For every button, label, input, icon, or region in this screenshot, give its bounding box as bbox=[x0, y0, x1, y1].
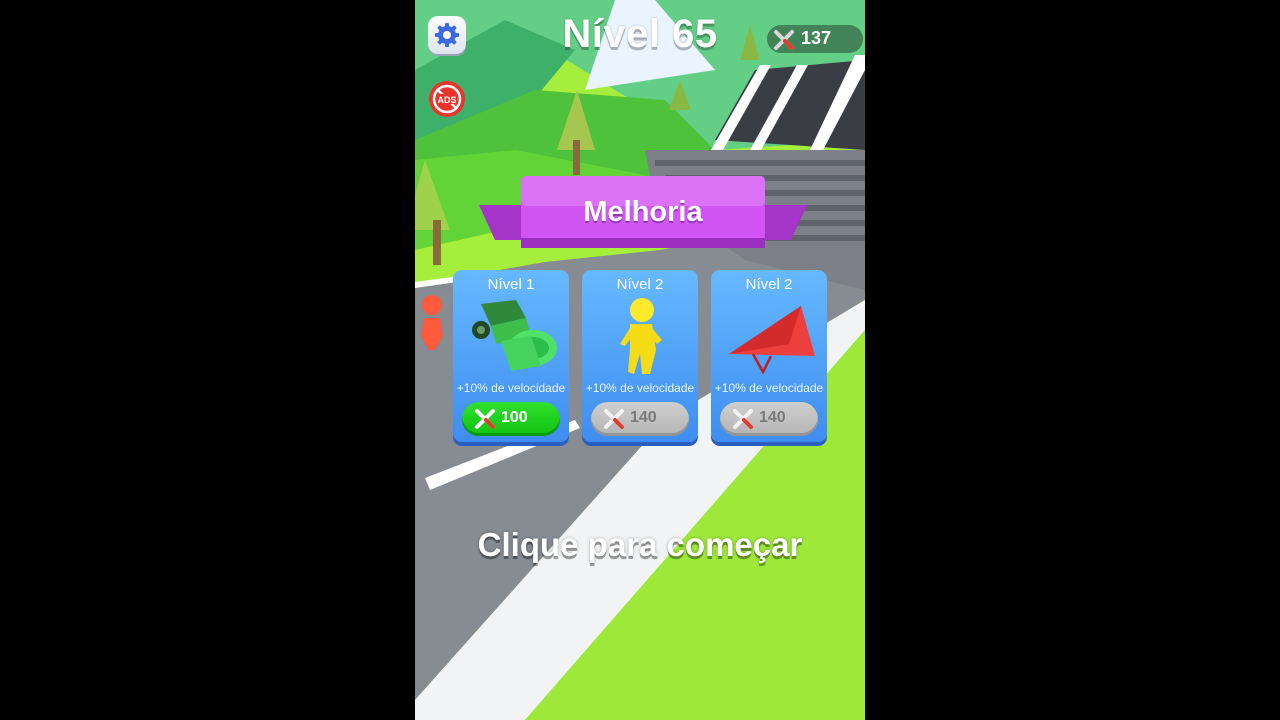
tools-icon bbox=[604, 409, 624, 429]
price-label: 100 bbox=[501, 409, 528, 426]
currency-counter: 137 bbox=[767, 25, 863, 53]
remove-ads-button[interactable]: ADS bbox=[428, 80, 466, 118]
hang-glider-icon bbox=[729, 306, 815, 375]
runner-figure-icon bbox=[620, 298, 662, 374]
buy-button[interactable]: 140 bbox=[720, 402, 818, 436]
no-ads-icon: ADS bbox=[429, 81, 465, 117]
roller-vehicle-icon bbox=[472, 300, 557, 371]
card-description: +10% de velocidade bbox=[585, 381, 695, 395]
tools-icon bbox=[733, 409, 753, 429]
buy-button[interactable]: 140 bbox=[591, 402, 689, 436]
buy-button[interactable]: 100 bbox=[462, 402, 560, 436]
upgrade-card-glider[interactable]: Nível 2 +10% de velocidade 140 bbox=[711, 270, 827, 442]
card-level-label: Nível 1 bbox=[487, 276, 535, 293]
card-level-label: Nível 2 bbox=[745, 276, 793, 293]
upgrade-card-runner[interactable]: Nível 2 +10% de velocidade 140 bbox=[582, 270, 698, 442]
currency-value: 137 bbox=[801, 28, 832, 48]
price-label: 140 bbox=[630, 409, 657, 426]
tap-to-start-prompt[interactable]: Clique para começar bbox=[415, 526, 865, 564]
upgrade-card-vehicle[interactable]: Nível 1 +10% de velocidade 100 bbox=[453, 270, 569, 442]
card-description: +10% de velocidade bbox=[714, 381, 824, 395]
game-viewport[interactable]: ADS Nível 65 137 Melhoria Nível 1 +10% d… bbox=[415, 0, 865, 720]
upgrade-panel-title: Melhoria bbox=[583, 196, 703, 228]
card-level-label: Nível 2 bbox=[616, 276, 664, 293]
tools-icon bbox=[475, 409, 495, 429]
svg-text:ADS: ADS bbox=[437, 95, 456, 105]
tools-icon bbox=[774, 30, 794, 50]
card-description: +10% de velocidade bbox=[456, 381, 566, 395]
price-label: 140 bbox=[759, 409, 786, 426]
